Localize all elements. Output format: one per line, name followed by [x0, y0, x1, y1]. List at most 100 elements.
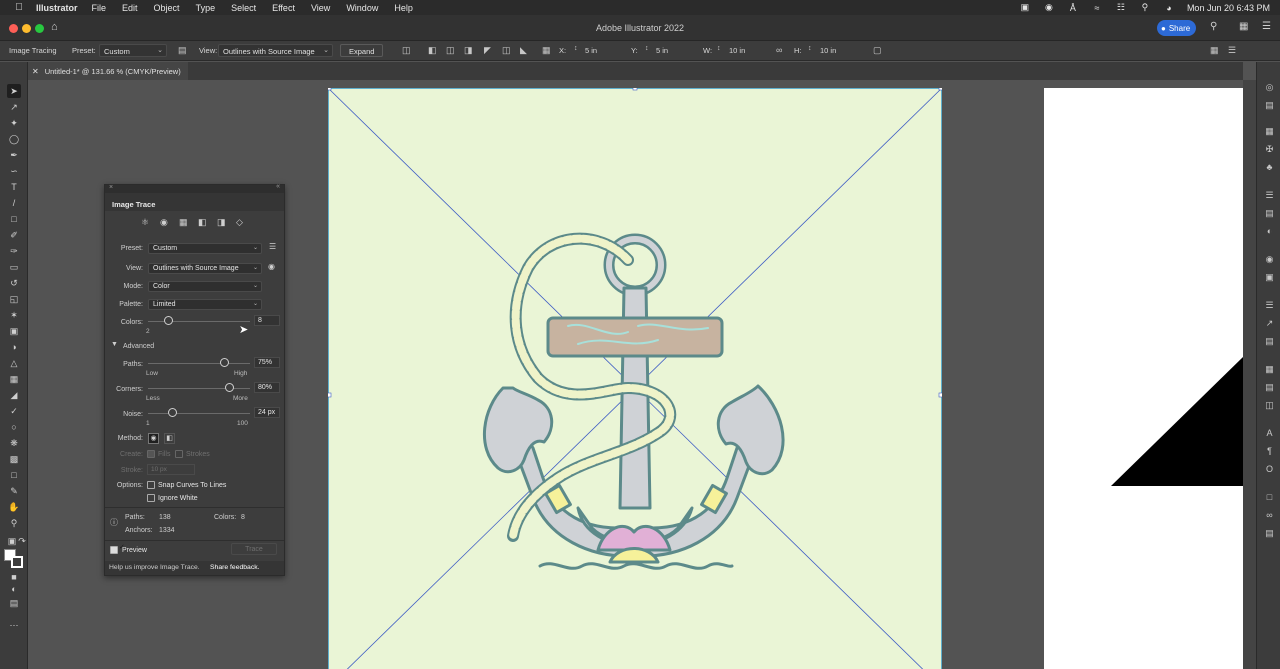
- brushes-icon[interactable]: ✠: [1263, 144, 1276, 155]
- workspace-switcher-icon[interactable]: ☰: [1262, 21, 1271, 32]
- panel-menu-icon[interactable]: ☰: [1228, 45, 1236, 56]
- align-middle-icon[interactable]: ◫: [502, 45, 511, 56]
- apple-icon[interactable]: : [12, 2, 26, 13]
- w-stepper-icon[interactable]: ↕: [717, 45, 721, 52]
- strokes-checkbox[interactable]: [175, 450, 183, 458]
- panel-drag-bar[interactable]: × «: [105, 183, 284, 193]
- blend-tool-icon[interactable]: ○: [7, 420, 21, 434]
- vertical-scrollbar[interactable]: [1243, 80, 1256, 669]
- advanced-disclosure-icon[interactable]: ▼: [111, 341, 118, 348]
- line-tool-icon[interactable]: /: [7, 196, 21, 210]
- document-tab[interactable]: ✕ Untitled-1* @ 131.66 % (CMYK/Preview): [28, 62, 188, 80]
- corners-value-field[interactable]: 80%: [254, 382, 280, 393]
- gradient-icon[interactable]: ▤: [1263, 208, 1276, 219]
- x-stepper-icon[interactable]: ↕: [574, 45, 578, 52]
- panel-close-icon[interactable]: ×: [109, 184, 113, 191]
- transform-panel-icon[interactable]: ▦: [1263, 364, 1276, 375]
- opentype-icon[interactable]: O: [1263, 464, 1276, 474]
- column-graph-tool-icon[interactable]: ▩: [7, 452, 21, 466]
- paintbrush-tool-icon[interactable]: ✐: [7, 228, 21, 242]
- align-bottom-icon[interactable]: ◣: [520, 45, 527, 56]
- symbol-sprayer-tool-icon[interactable]: ❋: [7, 436, 21, 450]
- fills-checkbox[interactable]: [147, 450, 155, 458]
- drawing-mode-icon[interactable]: ◐: [7, 582, 21, 596]
- transform-icon[interactable]: ▢: [873, 45, 882, 56]
- black-white-preset-icon[interactable]: ◨: [217, 217, 226, 228]
- secondary-artboard[interactable]: [1044, 88, 1243, 669]
- align-left-icon[interactable]: ◧: [428, 45, 437, 56]
- shaper-tool-icon[interactable]: ✑: [7, 244, 21, 258]
- swap-fill-stroke-icon[interactable]: ↷: [15, 534, 29, 548]
- transform-reference-icon[interactable]: ▦: [542, 45, 551, 56]
- stroke-width-field[interactable]: 10 px: [147, 464, 195, 475]
- gradient-tool-icon[interactable]: ◢: [7, 388, 21, 402]
- paths-slider-track[interactable]: [148, 363, 250, 364]
- arrange-documents-icon[interactable]: ▦: [1239, 21, 1248, 32]
- align-right-icon[interactable]: ◨: [464, 45, 473, 56]
- free-transform-tool-icon[interactable]: ▣: [7, 324, 21, 338]
- more-tools-icon[interactable]: ⋯: [7, 618, 21, 632]
- corners-slider-track[interactable]: [148, 388, 250, 389]
- zoom-tool-icon[interactable]: ⚲: [7, 516, 21, 530]
- libraries-icon[interactable]: ▤: [1263, 100, 1276, 111]
- corners-slider-knob[interactable]: [225, 383, 235, 392]
- expand-button[interactable]: Expand: [340, 44, 384, 57]
- pen-tool-icon[interactable]: ✒: [7, 148, 21, 162]
- magic-wand-tool-icon[interactable]: ✦: [7, 116, 21, 130]
- close-window-button[interactable]: [9, 24, 18, 33]
- menu-view[interactable]: View: [311, 3, 330, 13]
- overlapping-method-icon[interactable]: ◧: [164, 433, 175, 444]
- lasso-tool-icon[interactable]: ◯: [7, 132, 21, 146]
- menu-object[interactable]: Object: [154, 3, 180, 13]
- clock[interactable]: Mon Jun 20 6:43 PM: [1187, 3, 1270, 13]
- trace-button[interactable]: Trace: [231, 543, 277, 555]
- paths-slider-knob[interactable]: [220, 358, 229, 367]
- align-top-icon[interactable]: ◤: [484, 45, 491, 56]
- transparency-icon[interactable]: ◐: [1263, 226, 1276, 236]
- minimize-window-button[interactable]: [22, 24, 31, 33]
- panel-view-dropdown[interactable]: Outlines with Source Image ⌄: [148, 263, 262, 274]
- panel-preset-dropdown[interactable]: Custom ⌄: [148, 243, 262, 254]
- grayscale-preset-icon[interactable]: ◧: [198, 217, 207, 228]
- x-field[interactable]: 5 in: [585, 46, 597, 55]
- anchor-trace-artwork[interactable]: [328, 88, 942, 669]
- panel-mode-dropdown[interactable]: Color ⌄: [148, 281, 262, 292]
- app-menu[interactable]: Illustrator: [36, 3, 78, 13]
- image-trace-panel-icon[interactable]: ▤: [178, 45, 187, 56]
- paths-value-field[interactable]: 75%: [254, 357, 280, 368]
- align-panel-icon[interactable]: ▤: [1263, 382, 1276, 393]
- paragraph-icon[interactable]: ¶: [1263, 446, 1276, 456]
- noise-slider-knob[interactable]: [167, 408, 177, 417]
- close-tab-icon[interactable]: ✕: [32, 67, 39, 76]
- control-center-icon[interactable]: ☷: [1115, 2, 1127, 13]
- pathfinder-icon[interactable]: ◫: [1263, 400, 1276, 411]
- menu-type[interactable]: Type: [196, 3, 216, 13]
- y-field[interactable]: 5 in: [656, 46, 668, 55]
- align-to-icon[interactable]: ◫: [402, 45, 411, 56]
- document-info-icon[interactable]: ▤: [1263, 528, 1276, 539]
- comments-icon[interactable]: □: [1263, 492, 1276, 502]
- h-stepper-icon[interactable]: ↕: [808, 45, 812, 52]
- outline-preset-icon[interactable]: ◇: [236, 217, 243, 228]
- asset-export-icon[interactable]: ↗: [1263, 318, 1276, 329]
- snap-curves-checkbox[interactable]: [147, 481, 155, 489]
- preset-dropdown[interactable]: Custom ⌄: [99, 44, 167, 57]
- arrange-icon[interactable]: ▦: [1210, 45, 1219, 56]
- links-icon[interactable]: ∞: [1263, 510, 1276, 520]
- screen-mode-icon[interactable]: ▤: [7, 596, 21, 610]
- layers-icon[interactable]: ☰: [1263, 300, 1276, 311]
- swatches-icon[interactable]: ▦: [1263, 126, 1276, 137]
- view-eye-icon[interactable]: ◉: [268, 262, 275, 271]
- perspective-grid-tool-icon[interactable]: △: [7, 356, 21, 370]
- y-stepper-icon[interactable]: ↕: [645, 45, 649, 52]
- ignore-white-checkbox[interactable]: [147, 494, 155, 502]
- siri-icon[interactable]: ◕: [1163, 3, 1175, 13]
- artboard[interactable]: [328, 88, 942, 669]
- creative-cloud-icon[interactable]: ◉: [1043, 2, 1055, 13]
- stroke-icon[interactable]: ☰: [1263, 190, 1276, 201]
- colors-value-field[interactable]: 8: [254, 315, 280, 326]
- menu-edit[interactable]: Edit: [122, 3, 138, 13]
- symbols-icon[interactable]: ♣: [1263, 162, 1276, 172]
- artboards-icon[interactable]: ▤: [1263, 336, 1276, 347]
- menu-window[interactable]: Window: [346, 3, 378, 13]
